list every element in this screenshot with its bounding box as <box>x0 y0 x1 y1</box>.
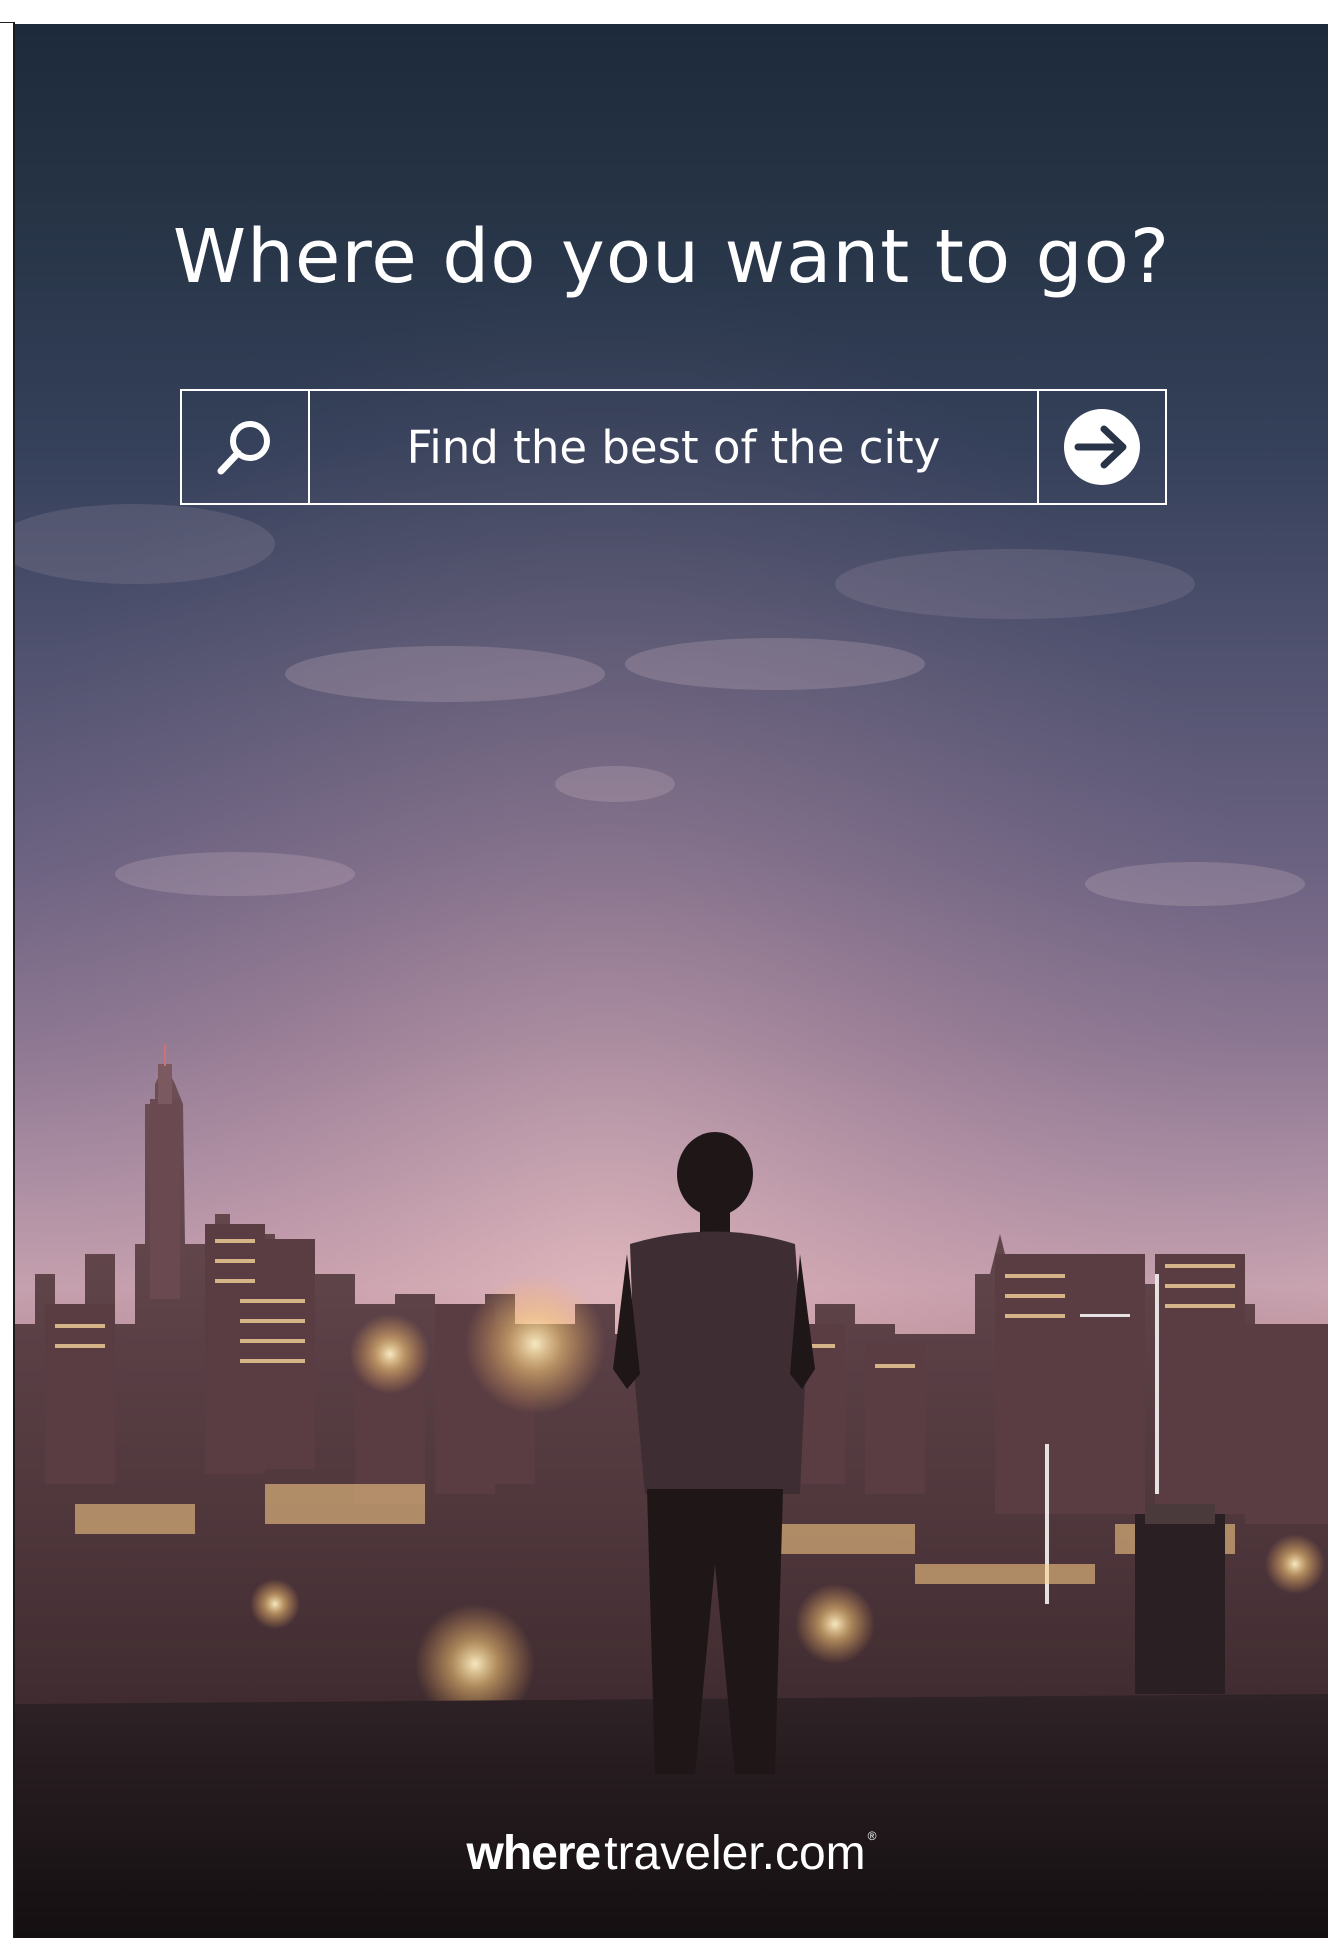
search-icon <box>217 421 270 475</box>
registered-mark: ® <box>867 1829 877 1843</box>
brand-logo[interactable]: wheretraveler.com ® <box>15 1830 1328 1878</box>
hero-background: Where do you want to go? wheretraveler.c… <box>15 24 1328 1938</box>
frame-line <box>0 22 14 23</box>
ad-page: Where do you want to go? wheretraveler.c… <box>0 0 1328 1938</box>
brand-where: where <box>466 1827 602 1880</box>
arrow-right-circle-icon <box>1064 409 1140 485</box>
city-night-scene <box>15 24 1328 1938</box>
search-icon-button[interactable] <box>182 391 310 503</box>
headline: Where do you want to go? <box>172 214 1171 300</box>
search-bar <box>180 389 1167 505</box>
search-input[interactable] <box>310 391 1037 503</box>
go-button[interactable] <box>1037 391 1165 503</box>
brand-traveler: traveler.com <box>604 1827 866 1880</box>
